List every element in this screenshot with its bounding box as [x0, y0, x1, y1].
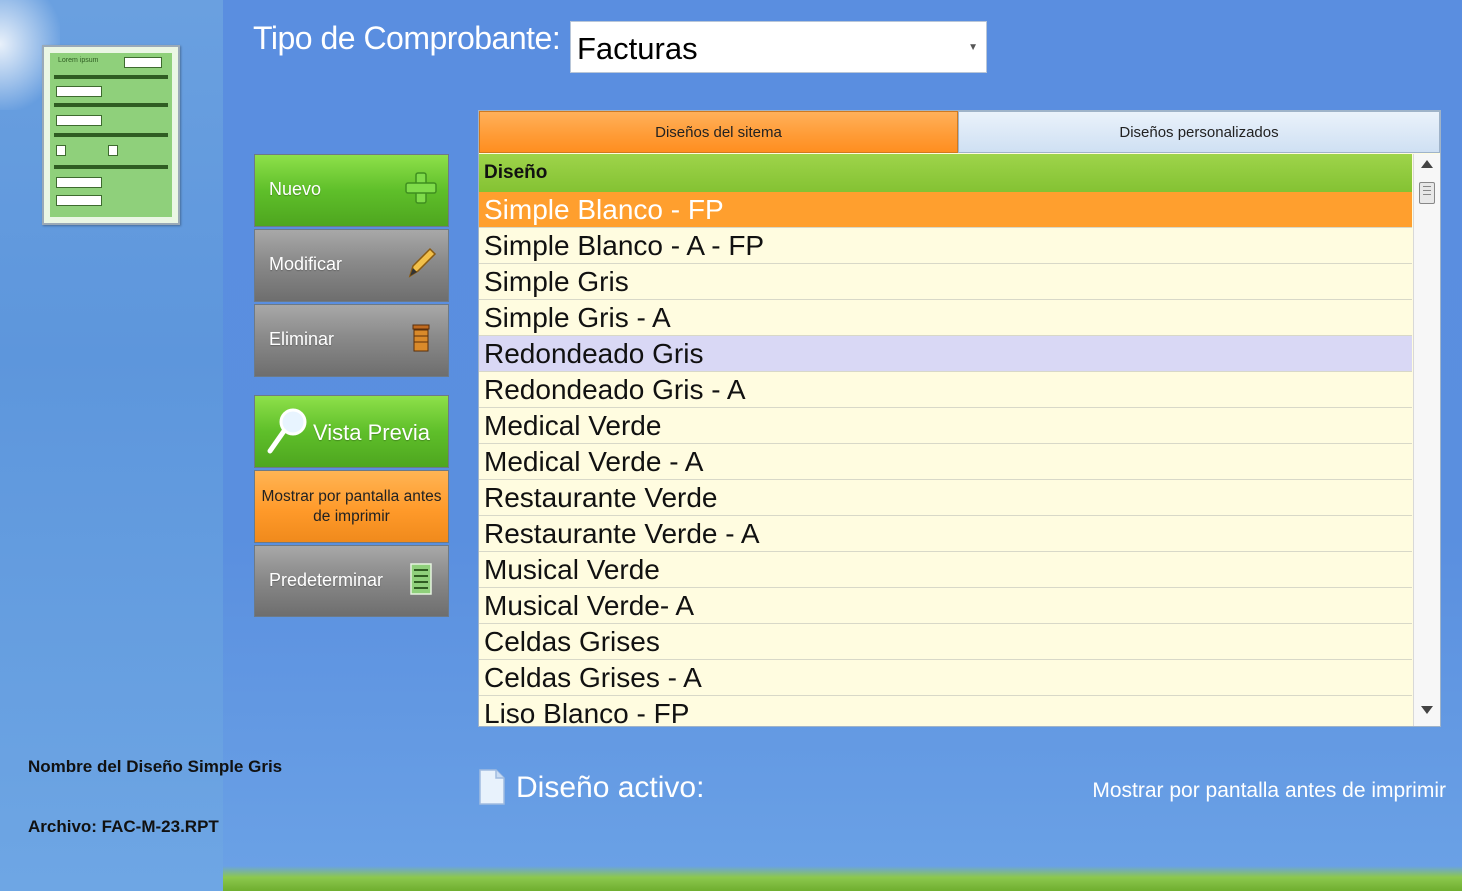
delete-button-label: Eliminar [269, 329, 335, 349]
thumbnail-page: Lorem ipsum [50, 53, 172, 217]
table-row[interactable]: Redondeado Gris [479, 336, 1412, 372]
table-row[interactable]: Medical Verde [479, 408, 1412, 444]
document-list-icon [410, 563, 432, 595]
thumbnail-divider [54, 103, 168, 107]
chevron-down-icon: ▼ [968, 42, 978, 53]
design-preview-thumbnail: Lorem ipsum [42, 45, 180, 225]
thumbnail-title: Lorem ipsum [58, 57, 99, 64]
table-row[interactable]: Restaurante Verde - A [479, 516, 1412, 552]
table-row[interactable]: Celdas Grises [479, 624, 1412, 660]
thumbnail-divider [54, 133, 168, 137]
thumbnail-field [56, 195, 102, 206]
tab-custom-designs[interactable]: Diseños personalizados [958, 111, 1440, 153]
document-icon [479, 769, 505, 805]
document-type-label: Tipo de Comprobante: [253, 20, 561, 56]
document-type-value: Facturas [577, 31, 698, 66]
vertical-scrollbar[interactable] [1413, 154, 1440, 726]
delete-button[interactable]: Eliminar [254, 304, 449, 377]
thumbnail-field [56, 177, 102, 188]
new-button-label: Nuevo [269, 179, 322, 199]
preview-button[interactable]: Vista Previa [254, 395, 449, 468]
scrollbar-thumb[interactable] [1419, 182, 1435, 204]
scroll-down-icon[interactable] [1421, 706, 1433, 714]
show-before-print-toggle[interactable]: Mostrar por pantalla antes de imprimir [254, 470, 449, 543]
table-row[interactable]: Liso Blanco - FP [479, 696, 1412, 724]
magnifier-icon [267, 408, 307, 454]
preview-button-label: Vista Previa [313, 420, 430, 445]
modify-button-label: Modificar [269, 254, 343, 274]
table-row[interactable]: Restaurante Verde [479, 480, 1412, 516]
plus-icon [405, 172, 437, 204]
document-type-select[interactable]: Facturas ▼ [570, 21, 987, 73]
active-design-label: Diseño activo: [516, 771, 705, 804]
table-row[interactable]: Simple Gris - A [479, 300, 1412, 336]
table-row[interactable]: Redondeado Gris - A [479, 372, 1412, 408]
thumbnail-field [124, 57, 162, 68]
thumbnail-field [56, 115, 102, 126]
pencil-icon [408, 247, 437, 278]
set-default-button[interactable]: Predeterminar [254, 545, 449, 617]
modify-button[interactable]: Modificar [254, 229, 449, 302]
tab-system-designs[interactable]: Diseños del sitema [479, 111, 958, 153]
table-row[interactable]: Simple Blanco - A - FP [479, 228, 1412, 264]
table-row[interactable]: Musical Verde [479, 552, 1412, 588]
scroll-up-icon[interactable] [1421, 160, 1433, 168]
thumbnail-divider [54, 165, 168, 169]
thumbnail-checkbox [56, 145, 66, 156]
print-mode-note: Mostrar por pantalla antes de imprimir [1092, 779, 1446, 802]
new-button[interactable]: Nuevo [254, 154, 449, 227]
table-row[interactable]: Musical Verde- A [479, 588, 1412, 624]
design-grid: Diseños del sitema Diseños personalizado… [478, 110, 1441, 727]
grid-rows: Simple Blanco - FP Simple Blanco - A - FP… [479, 192, 1412, 724]
table-row[interactable]: Medical Verde - A [479, 444, 1412, 480]
column-header-design[interactable]: Diseño [479, 154, 1412, 192]
table-row[interactable]: Celdas Grises - A [479, 660, 1412, 696]
trash-icon [412, 324, 430, 352]
thumbnail-checkbox [108, 145, 118, 156]
set-default-button-label: Predeterminar [269, 570, 384, 590]
show-before-print-label: Mostrar por pantalla antes de imprimir [261, 488, 442, 525]
table-row[interactable]: Simple Blanco - FP [479, 192, 1412, 228]
table-row[interactable]: Simple Gris [479, 264, 1412, 300]
grass-decoration [223, 866, 1462, 891]
thumbnail-field [56, 86, 102, 97]
design-name-label: Nombre del Diseño Simple Gris [28, 757, 283, 776]
file-name-label: Archivo: FAC-M-23.RPT [28, 817, 219, 836]
thumbnail-divider [54, 75, 168, 79]
